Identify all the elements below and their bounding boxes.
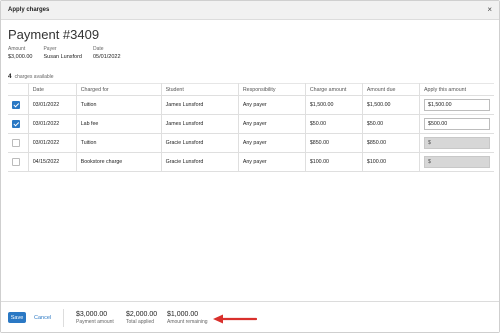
close-icon[interactable]: ×: [487, 6, 492, 14]
cell-student: Gracie Lunsford: [161, 152, 239, 172]
cell-responsibility: Any payer: [238, 95, 306, 115]
row-select-cell: [8, 133, 29, 153]
meta-amount: Amount $3,000.00: [8, 46, 32, 61]
total-label: Payment amount: [76, 319, 114, 325]
annotation-arrow-icon: [213, 314, 257, 324]
column-header-apply-amount: Apply this amount: [419, 83, 494, 96]
cell-student: James Lunsford: [161, 95, 239, 115]
row-select-cell: [8, 95, 29, 115]
total-payment-amount: $3,000.00 Payment amount: [76, 310, 114, 325]
total-label: Amount remaining: [167, 319, 208, 325]
charges-count-label: charges available: [14, 74, 54, 80]
cell-charged-for: Tuition: [76, 95, 162, 115]
charges-table: Date Charged for Student Responsibility …: [8, 83, 494, 172]
row-checkbox[interactable]: [12, 158, 20, 166]
cell-charge-amount: $50.00: [305, 114, 363, 134]
save-button[interactable]: Save: [8, 312, 26, 323]
total-value: $2,000.00: [126, 311, 158, 318]
cell-responsibility: Any payer: [238, 133, 306, 153]
footer-divider: [63, 309, 64, 327]
cell-charged-for: Tuition: [76, 133, 162, 153]
column-header-charge-amount[interactable]: Charge amount: [305, 83, 363, 96]
cell-date: 03/01/2022: [28, 133, 77, 153]
table-row: 03/01/2022 Tuition Gracie Lunsford Any p…: [8, 133, 494, 153]
cell-date: 04/15/2022: [28, 152, 77, 172]
table-row: 04/15/2022 Bookstore charge Gracie Lunsf…: [8, 152, 494, 172]
cell-charge-amount: $850.00: [305, 133, 363, 153]
meta-label: Payer: [43, 46, 57, 52]
meta-label: Date: [93, 46, 104, 52]
cell-apply-amount: [419, 133, 494, 153]
cancel-link[interactable]: Cancel: [34, 315, 51, 321]
row-select-cell: [8, 152, 29, 172]
meta-value: $3,000.00: [8, 54, 33, 60]
column-header-date[interactable]: Date: [28, 83, 77, 96]
select-column-header: [8, 83, 29, 96]
meta-date: Date 05/01/2022: [93, 46, 121, 61]
meta-value: Susan Lunsford: [43, 54, 82, 60]
total-label: Total applied: [126, 319, 155, 325]
row-checkbox[interactable]: [12, 120, 20, 128]
cell-responsibility: Any payer: [238, 114, 306, 134]
meta-payer: Payer Susan Lunsford: [43, 46, 82, 61]
row-checkbox[interactable]: [12, 139, 20, 147]
meta-value: 05/01/2022: [93, 54, 121, 60]
charges-count-number: 4: [8, 73, 12, 80]
apply-amount-input-disabled: [424, 156, 490, 168]
apply-amount-input-disabled: [424, 137, 490, 149]
cell-student: James Lunsford: [161, 114, 239, 134]
dialog-header: Apply charges ×: [1, 1, 499, 20]
cell-charged-for: Bookstore charge: [76, 152, 162, 172]
dialog-footer: Save Cancel $3,000.00 Payment amount $2,…: [1, 301, 499, 332]
cell-amount-due: $100.00: [362, 152, 421, 172]
total-value: $1,000.00: [167, 311, 199, 318]
cell-student: Gracie Lunsford: [161, 133, 239, 153]
cell-date: 03/01/2022: [28, 114, 77, 134]
cell-charge-amount: $1,500.00: [305, 95, 363, 115]
cell-apply-amount: [419, 152, 494, 172]
column-header-student[interactable]: Student: [161, 83, 239, 96]
table-row: 03/01/2022 Lab fee James Lunsford Any pa…: [8, 114, 494, 134]
page-title: Payment #3409: [8, 27, 100, 42]
total-applied: $2,000.00 Total applied: [126, 310, 157, 325]
cell-amount-due: $50.00: [362, 114, 421, 134]
table-row: 03/01/2022 Tuition James Lunsford Any pa…: [8, 95, 494, 115]
table-header-row: Date Charged for Student Responsibility …: [8, 83, 494, 96]
column-header-amount-due[interactable]: Amount due: [362, 83, 421, 96]
cell-charge-amount: $100.00: [305, 152, 363, 172]
apply-amount-input[interactable]: [424, 118, 490, 130]
meta-label: Amount: [8, 46, 26, 52]
payment-meta: Amount $3,000.00 Payer Susan Lunsford Da…: [8, 46, 132, 61]
cell-date: 03/01/2022: [28, 95, 77, 115]
row-checkbox[interactable]: [12, 101, 20, 109]
total-amount-remaining: $1,000.00 Amount remaining: [167, 310, 208, 325]
cell-apply-amount: [419, 95, 494, 115]
total-value: $3,000.00: [76, 311, 108, 318]
apply-amount-input[interactable]: [424, 99, 490, 111]
row-select-cell: [8, 114, 29, 134]
cell-responsibility: Any payer: [238, 152, 306, 172]
cell-amount-due: $850.00: [362, 133, 421, 153]
apply-charges-dialog: Apply charges × Payment #3409 Amount $3,…: [0, 0, 500, 333]
charges-available: 4 charges available: [8, 73, 54, 80]
column-header-charged-for[interactable]: Charged for: [76, 83, 162, 96]
cell-charged-for: Lab fee: [76, 114, 162, 134]
column-header-responsibility[interactable]: Responsibility: [238, 83, 306, 96]
dialog-title: Apply charges: [8, 7, 50, 13]
cell-amount-due: $1,500.00: [362, 95, 421, 115]
cell-apply-amount: [419, 114, 494, 134]
